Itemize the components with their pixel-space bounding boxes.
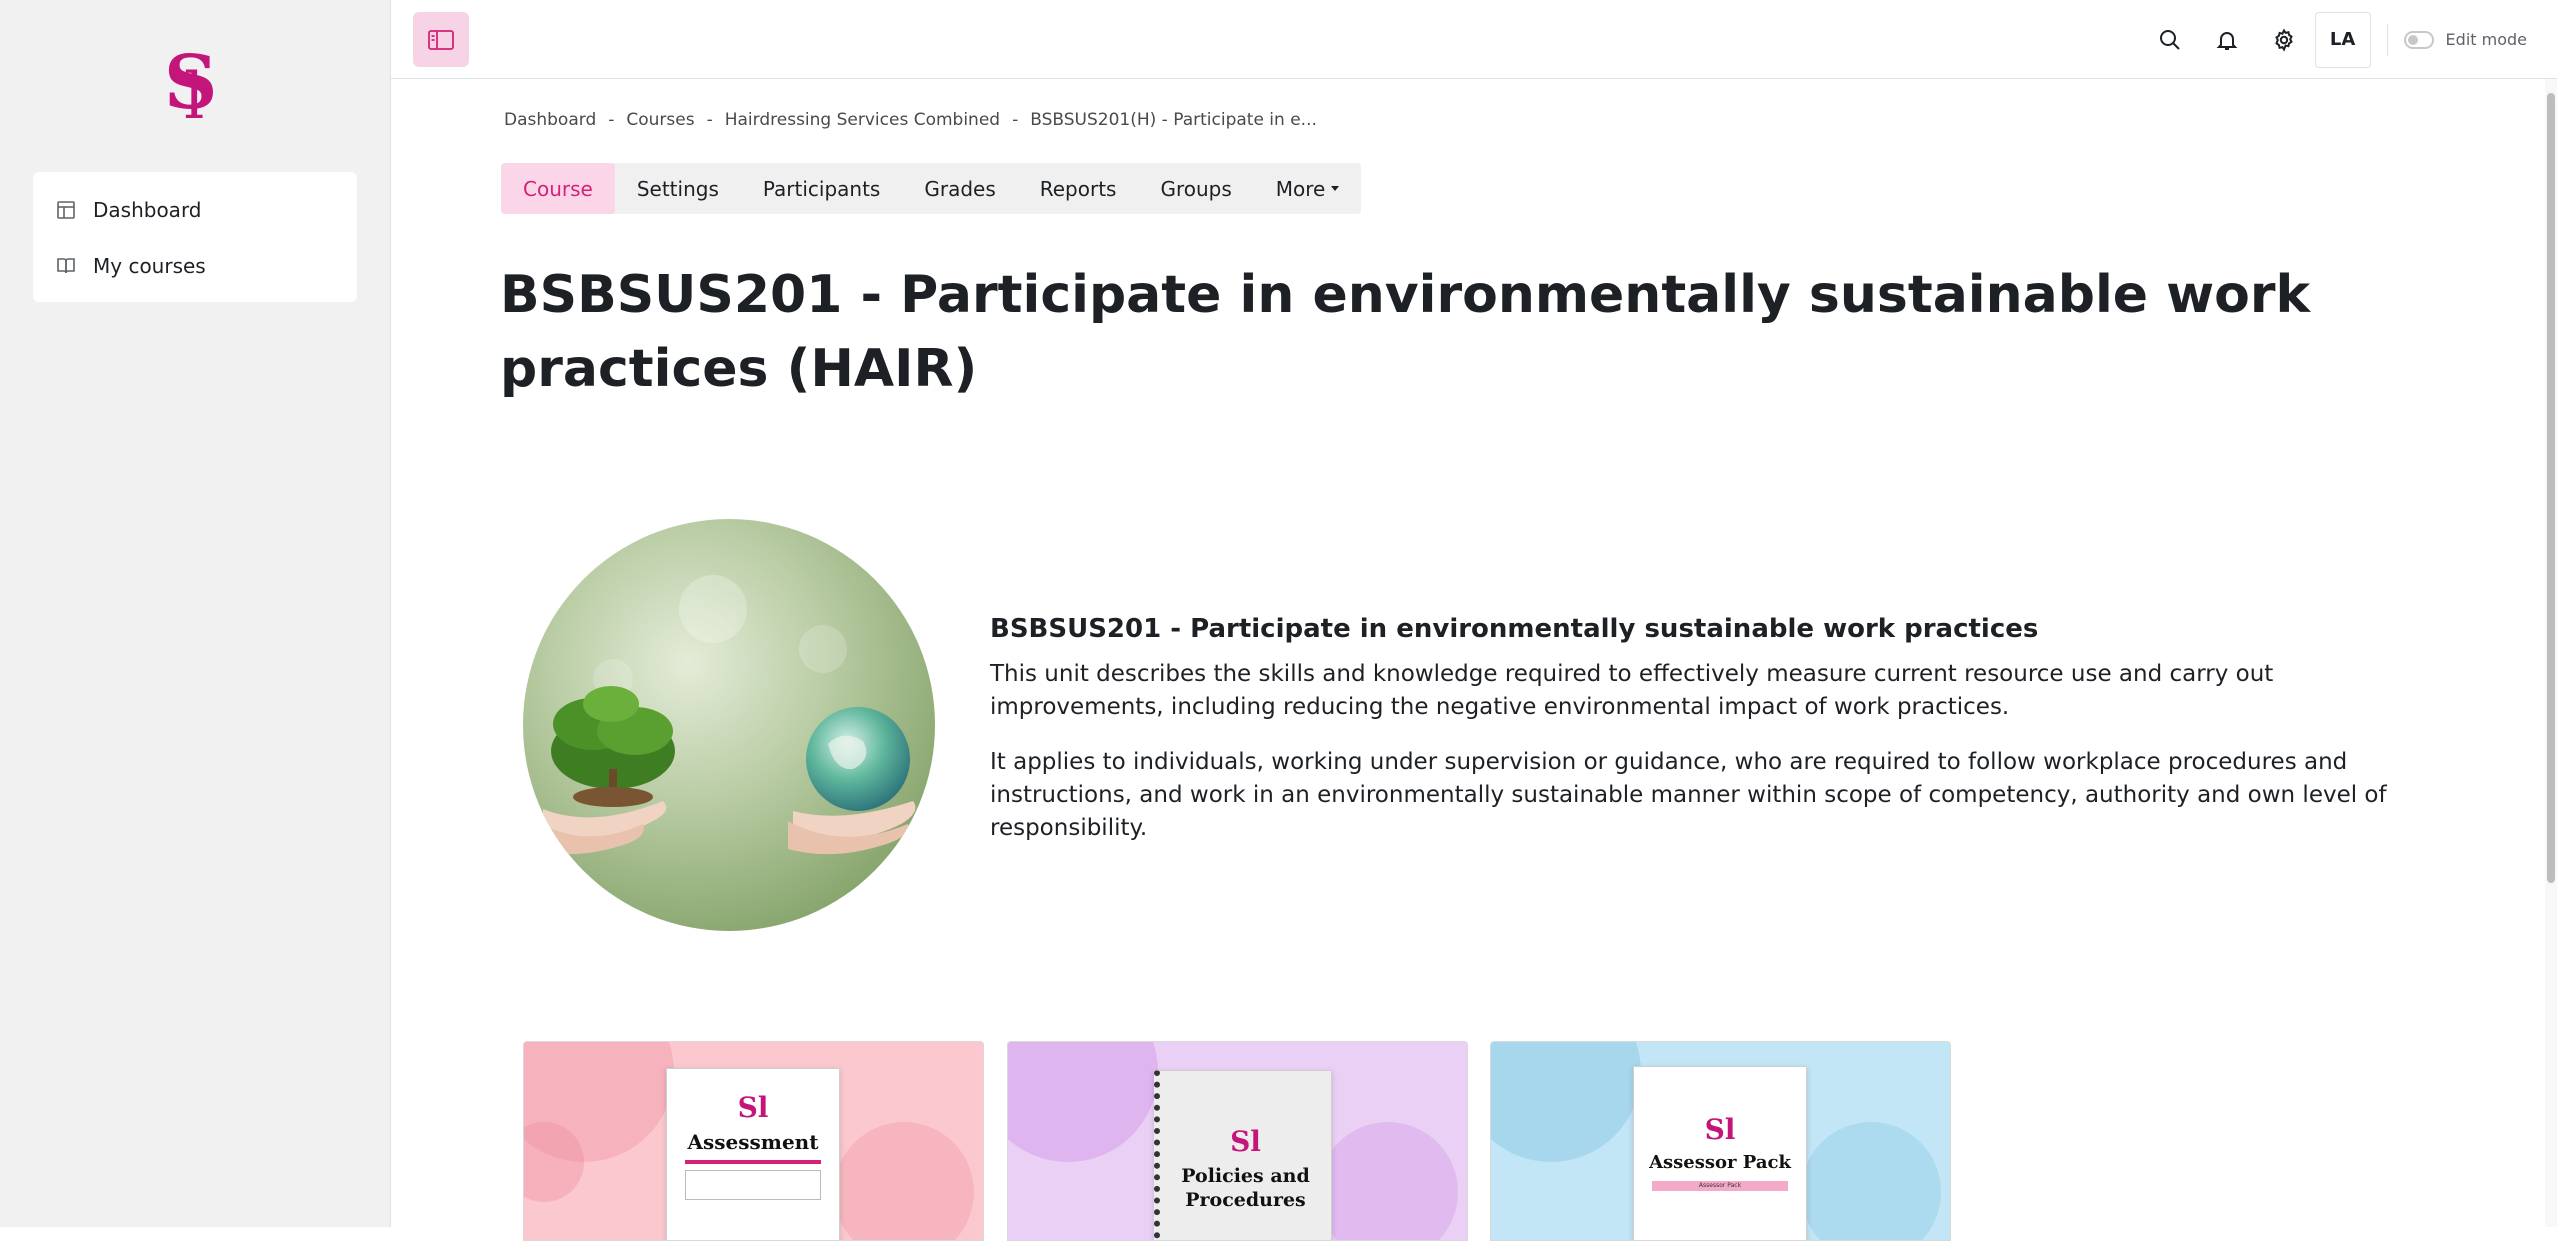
- tab-groups[interactable]: Groups: [1138, 163, 1253, 214]
- breadcrumb-courses[interactable]: Courses: [626, 110, 694, 130]
- breadcrumb-category[interactable]: Hairdressing Services Combined: [725, 110, 1000, 130]
- edit-mode-toggle[interactable]: Edit mode: [2403, 30, 2527, 49]
- tab-course[interactable]: Course: [501, 163, 615, 214]
- tab-participants[interactable]: Participants: [741, 163, 902, 214]
- edit-mode-label: Edit mode: [2445, 30, 2527, 49]
- breadcrumb-separator: -: [608, 110, 615, 130]
- user-avatar[interactable]: LA: [2314, 11, 2371, 68]
- search-button[interactable]: [2142, 11, 2199, 68]
- gear-icon: [2275, 28, 2293, 52]
- site-logo[interactable]: S l: [160, 36, 234, 134]
- card-title: Assessment: [687, 1130, 819, 1154]
- settings-button[interactable]: [2256, 11, 2313, 68]
- breadcrumb-dashboard[interactable]: Dashboard: [504, 110, 596, 130]
- card-title: Assessor Pack: [1649, 1152, 1791, 1173]
- drawer-toggle-button[interactable]: [413, 12, 469, 67]
- search-icon: [2160, 29, 2180, 50]
- page-scrollbar[interactable]: [2545, 79, 2557, 1227]
- sidebar-item-dashboard[interactable]: Dashboard: [33, 182, 357, 238]
- summary-heading: BSBSUS201 - Participate in environmental…: [990, 614, 2039, 644]
- book-logo: Sl: [1230, 1125, 1261, 1158]
- dashboard-icon: [55, 199, 77, 221]
- sidebar: S l Dashboard My courses: [0, 0, 391, 1227]
- course-summary: BSBSUS201 - Participate in environmental…: [990, 614, 2440, 867]
- tab-settings[interactable]: Settings: [615, 163, 741, 214]
- activity-card-assessor-pack[interactable]: Sl Assessor Pack Assessor Pack: [1490, 1041, 1951, 1241]
- book-table: [685, 1170, 821, 1200]
- book-subtitle: Assessor Pack: [1652, 1181, 1788, 1191]
- sidebar-item-label: Dashboard: [93, 198, 202, 222]
- sidebar-toggle-icon: [428, 29, 454, 50]
- assessment-book: Sl Assessment: [666, 1068, 840, 1240]
- course-secondary-nav: Course Settings Participants Grades Repo…: [501, 163, 1362, 214]
- svg-text:l: l: [184, 60, 204, 126]
- page-title: BSBSUS201 - Participate in environmental…: [500, 265, 2311, 399]
- sidebar-item-label: My courses: [93, 254, 206, 278]
- edit-mode-switch[interactable]: [2403, 30, 2434, 49]
- tab-more-label: More: [1275, 176, 1326, 201]
- assessor-pack-book: Sl Assessor Pack Assessor Pack: [1633, 1066, 1807, 1240]
- divider: [2386, 23, 2388, 56]
- summary-paragraph: This unit describes the skills and knowl…: [990, 661, 2274, 720]
- tab-more[interactable]: More: [1254, 163, 1362, 214]
- book-icon: [55, 255, 77, 277]
- sidebar-nav: Dashboard My courses: [33, 172, 357, 302]
- breadcrumb: Dashboard - Courses - Hairdressing Servi…: [504, 110, 1317, 130]
- breadcrumb-separator: -: [706, 110, 713, 130]
- activity-card-assessment[interactable]: Sl Assessment: [523, 1041, 984, 1241]
- summary-paragraph: It applies to individuals, working under…: [990, 749, 2387, 841]
- book-logo: Sl: [1704, 1113, 1736, 1146]
- activity-card-policies[interactable]: Sl Policies and Procedures: [1007, 1041, 1468, 1241]
- breadcrumb-current-course[interactable]: BSBSUS201(H) - Participate in e...: [1030, 110, 1317, 130]
- notifications-button[interactable]: [2199, 11, 2256, 68]
- card-title: Policies and Procedures: [1181, 1165, 1310, 1211]
- sidebar-item-my-courses[interactable]: My courses: [33, 238, 357, 294]
- chevron-down-icon: [1331, 186, 1340, 191]
- book-logo: Sl: [737, 1091, 769, 1124]
- book-rule: [685, 1160, 821, 1164]
- course-image: [523, 519, 935, 931]
- scrollbar-thumb[interactable]: [2547, 93, 2555, 883]
- tab-grades[interactable]: Grades: [902, 163, 1017, 214]
- top-navbar: LA Edit mode: [391, 0, 2557, 79]
- tab-reports[interactable]: Reports: [1018, 163, 1139, 214]
- breadcrumb-separator: -: [1012, 110, 1019, 130]
- bell-icon: [2216, 31, 2238, 50]
- policies-book: Sl Policies and Procedures: [1154, 1070, 1332, 1240]
